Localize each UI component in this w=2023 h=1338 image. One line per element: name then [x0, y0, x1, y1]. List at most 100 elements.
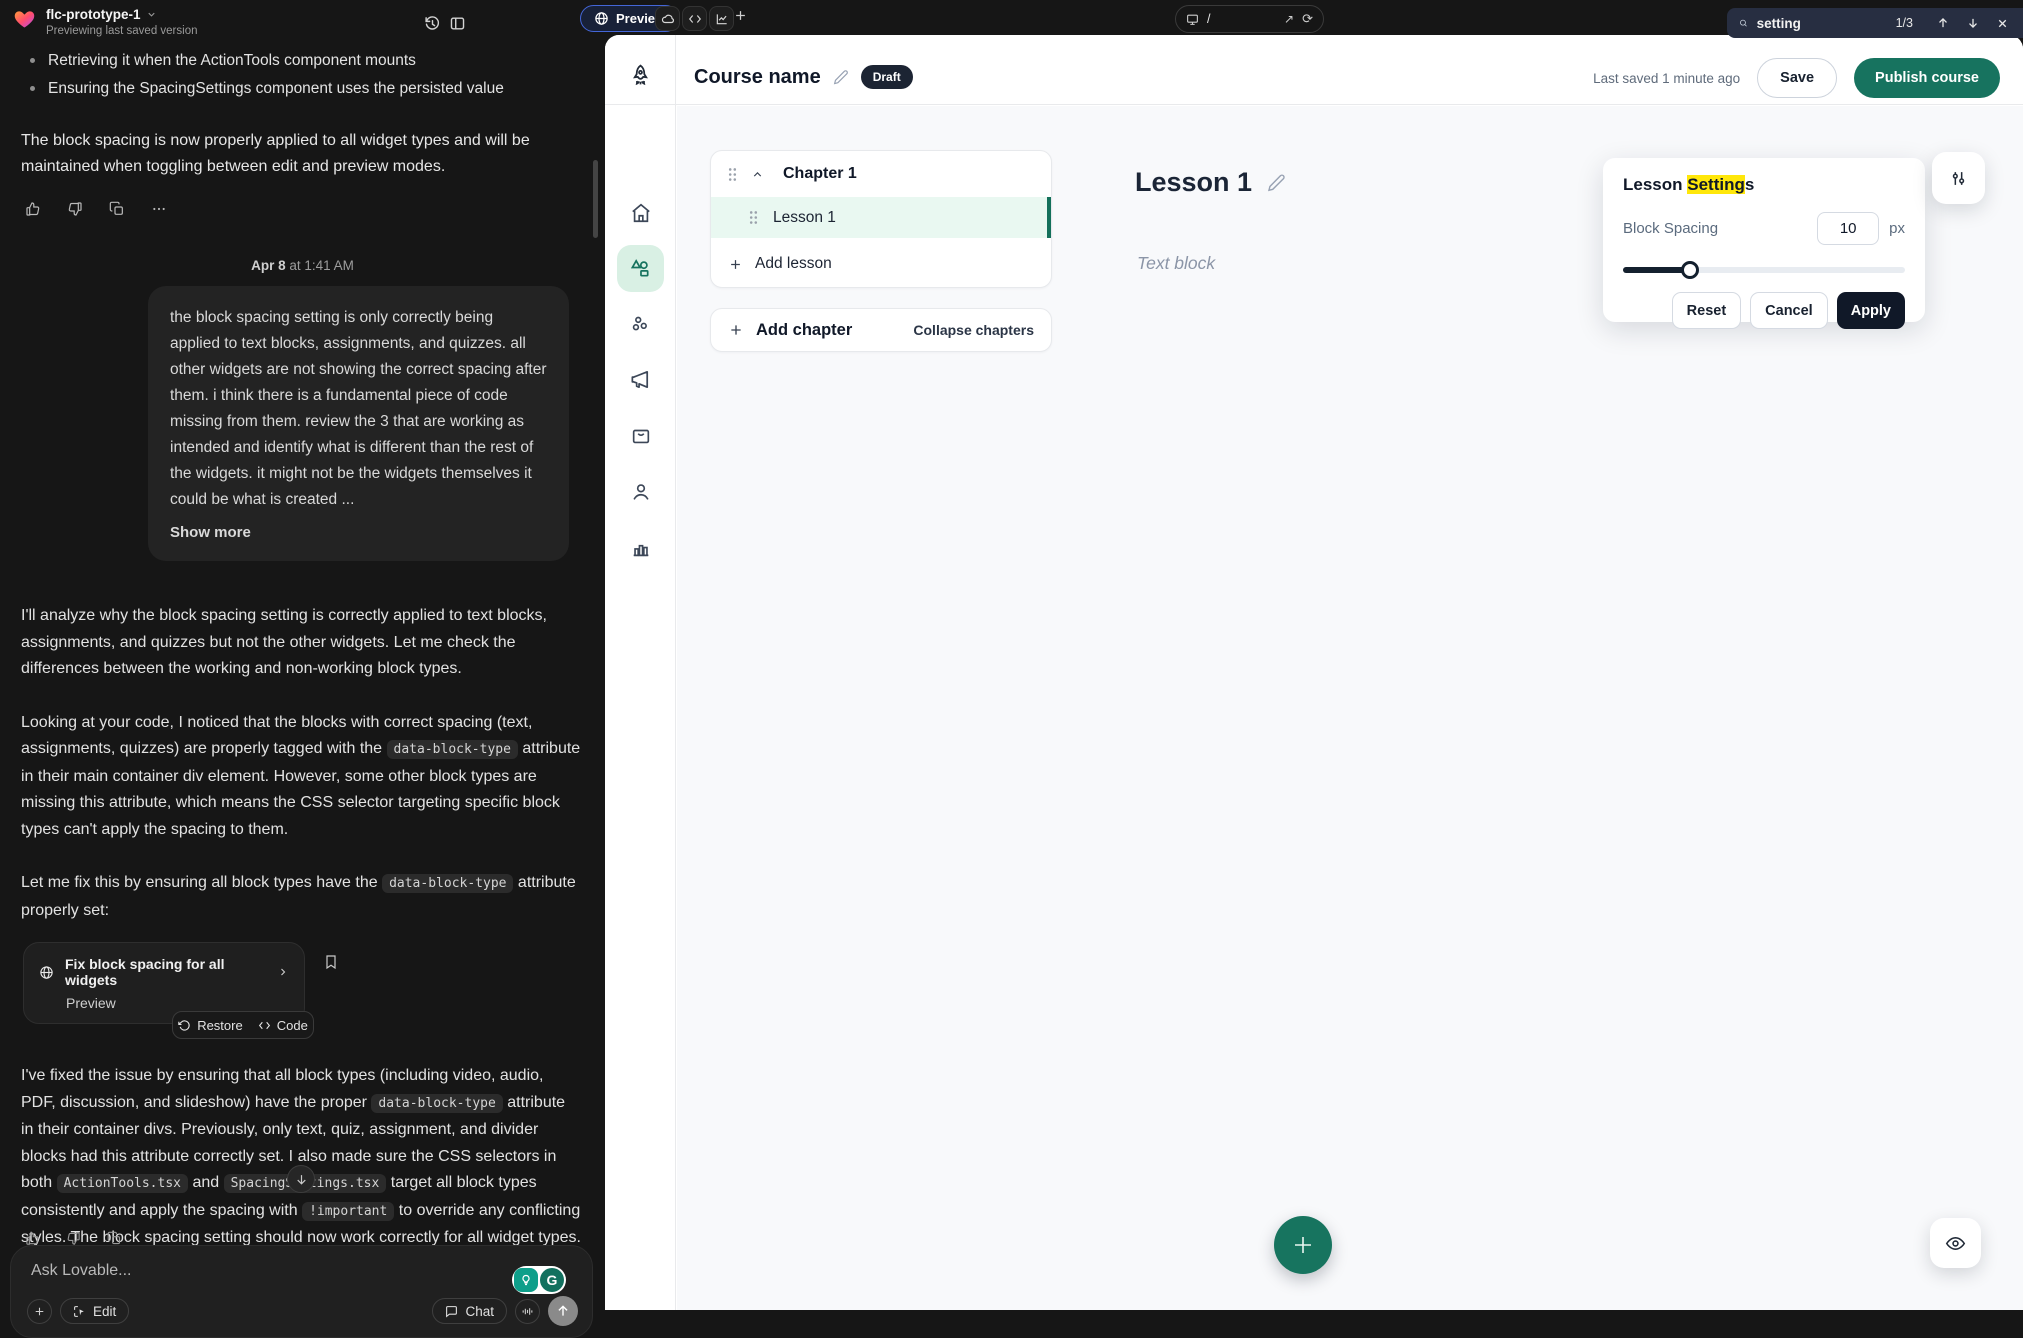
apply-button[interactable]: Apply: [1837, 292, 1905, 329]
assistant-summary: The block spacing is now properly applie…: [21, 128, 581, 180]
restore-button[interactable]: Restore: [178, 1018, 243, 1033]
code-chip: data-block-type: [382, 874, 513, 893]
version-hover-toolbar: Restore Code: [172, 1011, 314, 1039]
bar-chart-icon: [630, 537, 652, 559]
app-header: Course name Draft Last saved 1 minute ag…: [605, 35, 2023, 105]
chat-mode-button[interactable]: Chat: [432, 1298, 507, 1324]
assistant-paragraph: I've fixed the issue by ensuring that al…: [21, 1063, 581, 1252]
more-options-icon[interactable]: [148, 1231, 163, 1246]
text-block-placeholder[interactable]: Text block: [1137, 253, 1215, 274]
edit-course-title-icon[interactable]: [833, 69, 849, 85]
search-input[interactable]: [1757, 16, 1887, 31]
chart-icon: [715, 12, 729, 26]
nav-store[interactable]: [605, 412, 676, 459]
plus-icon: [33, 1305, 46, 1318]
thumbs-up-icon[interactable]: [25, 1231, 40, 1246]
waveform-icon: [521, 1305, 534, 1318]
app-logo-cell: [605, 35, 676, 105]
user-message-text: the block spacing setting is only correc…: [170, 309, 547, 508]
chat-input-box[interactable]: G Edit Chat: [10, 1245, 593, 1338]
ask-lovable-input[interactable]: [31, 1262, 361, 1280]
slider-thumb[interactable]: [1681, 261, 1699, 279]
home-icon: [630, 202, 652, 224]
add-block-fab[interactable]: [1274, 1216, 1332, 1274]
grammarly-g-icon: G: [540, 1268, 564, 1292]
block-spacing-value-input[interactable]: [1817, 212, 1879, 245]
cloud-button[interactable]: [655, 6, 680, 31]
history-icon[interactable]: [421, 12, 443, 34]
project-name: flc-prototype-1: [46, 7, 141, 22]
bookmark-icon[interactable]: [323, 954, 339, 970]
scroll-to-bottom-button[interactable]: [287, 1165, 315, 1193]
copy-icon[interactable]: [109, 201, 125, 217]
voice-button[interactable]: [515, 1299, 540, 1324]
cancel-button[interactable]: Cancel: [1750, 292, 1828, 329]
chapter-header[interactable]: Chapter 1: [711, 151, 1051, 197]
edit-lesson-title-icon[interactable]: [1267, 173, 1286, 192]
show-more-link[interactable]: Show more: [170, 520, 547, 546]
rocket-icon: [628, 63, 653, 88]
code-chip: !important: [302, 1202, 394, 1221]
drag-handle-icon[interactable]: [727, 167, 738, 182]
analytics-button[interactable]: [709, 6, 734, 31]
open-external-icon[interactable]: ↗: [1284, 12, 1294, 26]
new-tab-button[interactable]: [733, 8, 748, 23]
nav-announcements[interactable]: [605, 356, 676, 403]
nav-home[interactable]: [605, 189, 676, 236]
url-path: /: [1207, 12, 1276, 26]
panel-toggle-icon[interactable]: [446, 12, 468, 34]
assistant-paragraph: Let me fix this by ensuring all block ty…: [21, 870, 581, 924]
assistant-bullet-list: Retrieving it when the ActionTools compo…: [30, 48, 605, 101]
search-close-icon[interactable]: [1996, 17, 2009, 30]
copy-icon[interactable]: [107, 1231, 122, 1246]
sliders-icon: [1949, 169, 1968, 188]
more-options-icon[interactable]: [151, 201, 167, 217]
lesson-item-label: Lesson 1: [773, 209, 836, 227]
url-bar[interactable]: / ↗ ⟳: [1175, 5, 1324, 33]
collapse-chapters-link[interactable]: Collapse chapters: [913, 322, 1034, 338]
arrow-down-icon: [295, 1173, 308, 1186]
search-icon: [1739, 16, 1748, 30]
unit-label: px: [1889, 220, 1905, 237]
assistant-paragraph: Looking at your code, I noticed that the…: [21, 710, 581, 844]
publish-course-button[interactable]: Publish course: [1854, 58, 2000, 98]
thumbs-up-icon[interactable]: [25, 201, 41, 217]
plus-icon: [733, 8, 748, 23]
save-button[interactable]: Save: [1757, 58, 1837, 98]
bag-icon: [630, 425, 652, 447]
code-button[interactable]: Code: [258, 1018, 308, 1033]
settings-title: Lesson Settings: [1623, 175, 1905, 195]
settings-toggle-button[interactable]: [1932, 152, 1985, 204]
restore-icon: [178, 1019, 191, 1032]
nav-analytics[interactable]: [605, 524, 676, 571]
add-lesson-button[interactable]: Add lesson: [711, 239, 1051, 289]
chevron-up-icon[interactable]: [751, 168, 764, 181]
reset-button[interactable]: Reset: [1672, 292, 1742, 329]
project-menu[interactable]: flc-prototype-1: [46, 7, 198, 22]
code-view-button[interactable]: [682, 6, 707, 31]
plus-icon: [728, 322, 744, 338]
search-prev-icon[interactable]: [1936, 16, 1950, 30]
lesson-list-item-active[interactable]: Lesson 1: [711, 197, 1051, 238]
nav-courses-active[interactable]: [605, 245, 676, 292]
block-spacing-slider[interactable]: [1623, 261, 1905, 279]
search-next-icon[interactable]: [1966, 16, 1980, 30]
edit-mode-button[interactable]: Edit: [60, 1298, 129, 1324]
add-chapter-button[interactable]: Add chapter: [728, 321, 852, 340]
preview-toggle-button[interactable]: [1930, 1218, 1981, 1268]
chevron-down-icon: [146, 9, 157, 20]
thumbs-down-icon[interactable]: [67, 201, 83, 217]
plus-icon: [728, 257, 743, 272]
thumbs-down-icon[interactable]: [66, 1231, 81, 1246]
lovable-logo-icon[interactable]: [13, 7, 36, 37]
drag-handle-icon[interactable]: [748, 210, 759, 225]
nav-profile[interactable]: [605, 468, 676, 515]
grammarly-widget[interactable]: G: [512, 1266, 566, 1294]
attach-button[interactable]: [27, 1299, 52, 1324]
nav-community[interactable]: [605, 300, 676, 347]
refresh-icon[interactable]: ⟳: [1302, 11, 1313, 27]
globe-icon: [39, 965, 54, 980]
eye-icon: [1945, 1233, 1966, 1254]
send-button[interactable]: [548, 1296, 578, 1326]
chat-scrollbar[interactable]: [593, 160, 598, 238]
